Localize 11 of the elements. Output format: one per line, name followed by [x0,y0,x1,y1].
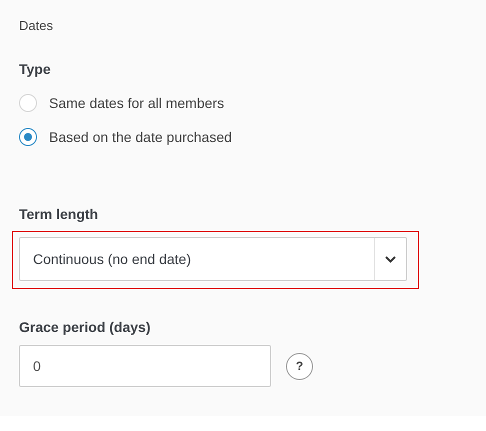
field-label: Grace period (days) [19,319,150,335]
help-button[interactable]: ? [286,352,313,380]
radio-button[interactable] [19,128,37,146]
radio-label[interactable]: Same dates for all members [49,95,224,111]
radio-label[interactable]: Based on the date purchased [49,129,232,145]
field-label: Type [19,61,51,77]
term-length-dropdown[interactable]: Continuous (no end date) [19,237,407,281]
section-title: Dates [19,18,53,33]
chevron-down-icon [385,256,396,262]
grace-period-input[interactable]: 0 [19,345,271,387]
field-label: Term length [19,206,98,222]
